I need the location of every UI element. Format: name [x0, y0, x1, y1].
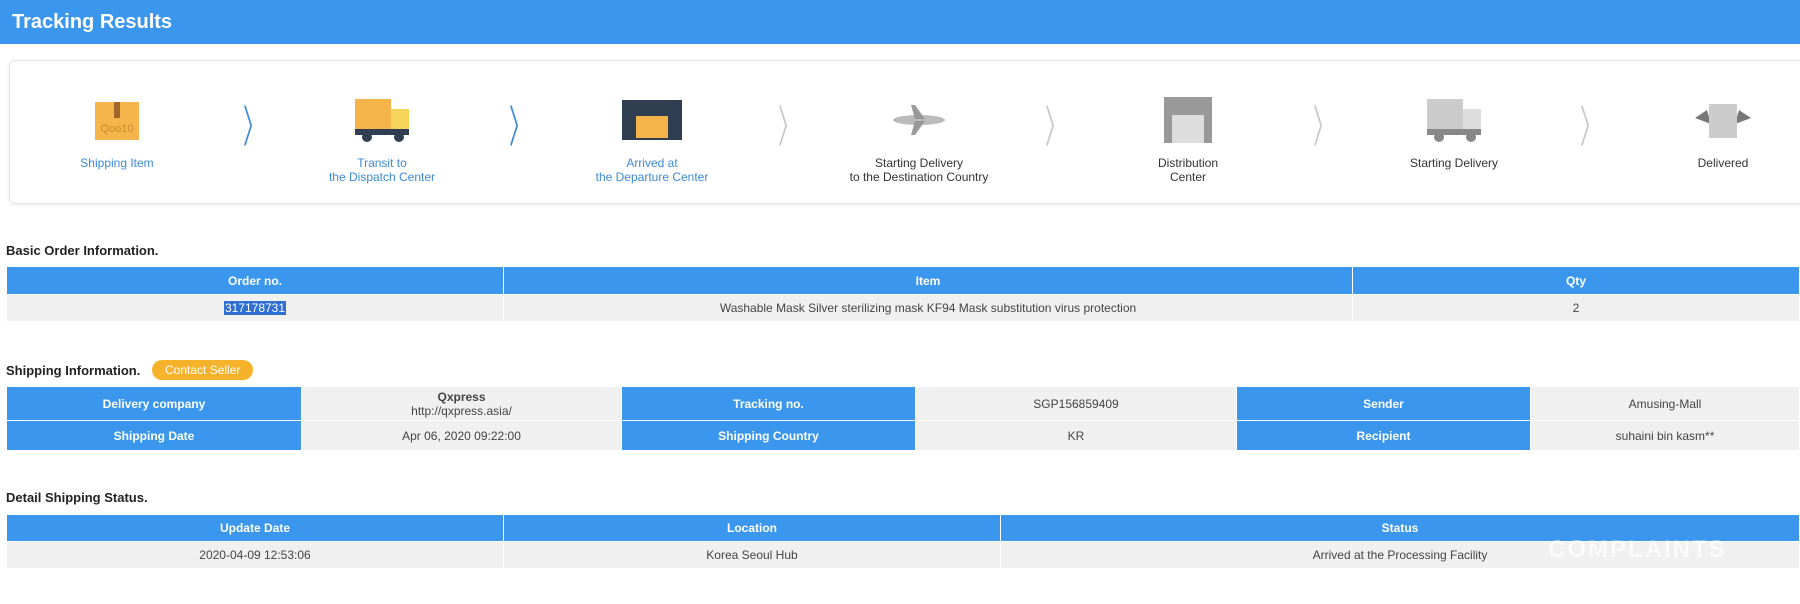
detail-status-title: Detail Shipping Status.	[6, 490, 148, 505]
delivered-box-icon	[1623, 96, 1800, 144]
table-row: 317178731 Washable Mask Silver sterilizin…	[6, 294, 1800, 322]
step-transit: Transit to the Dispatch Center	[282, 96, 482, 184]
shipping-info-title: Shipping Information.	[6, 363, 141, 378]
step-delivered: Delivered	[1623, 96, 1800, 170]
quantity: 2	[1352, 294, 1800, 322]
recipient: suhaini bin kasm**	[1530, 420, 1800, 451]
chevron-right-icon: 〉	[509, 102, 531, 153]
tracking-progress: Qoo10 Shipping Item 〉 Transit to the Disp…	[9, 60, 1800, 204]
chevron-right-icon: 〉	[778, 102, 800, 153]
airplane-icon	[819, 96, 1019, 144]
chevron-right-icon: 〉	[1045, 102, 1067, 153]
shipping-date: Apr 06, 2020 09:22:00	[301, 420, 622, 451]
step-starting-delivery: Starting Delivery	[1354, 96, 1554, 170]
truck-box-icon	[282, 96, 482, 144]
sender: Amusing-Mall	[1530, 386, 1800, 421]
chevron-right-icon: 〉	[243, 102, 265, 153]
step-arrived-departure: Arrived at the Departure Center	[552, 96, 752, 184]
order-number[interactable]: 317178731	[223, 301, 287, 315]
delivery-company-link[interactable]: http://qxpress.asia/	[411, 404, 512, 418]
page-header: Tracking Results	[0, 0, 1800, 44]
basic-order-title: Basic Order Information.	[6, 243, 159, 258]
watermark: COMPLAINTS	[1548, 536, 1727, 563]
step-distribution-center: Distribution Center	[1088, 96, 1288, 184]
box-icon: Qoo10	[17, 96, 217, 144]
basic-order-table: Order no. Item Qty 317178731 Washable Mask …	[6, 266, 1800, 322]
warehouse-icon	[552, 96, 752, 144]
distribution-center-icon	[1088, 96, 1288, 144]
chevron-right-icon: 〉	[1313, 102, 1335, 153]
table-row: 2020-04-09 12:53:06 Korea Seoul Hub Arrive…	[6, 541, 1800, 569]
shipping-info-table: Delivery company Qxpress http://qxpress.as…	[6, 386, 1800, 451]
detail-status-table: Update Date Location Status 2020-04-09 12:…	[6, 514, 1800, 569]
step-starting-delivery-destination: Starting Delivery to the Destination Coun…	[819, 96, 1019, 184]
tracking-number: SGP156859409	[915, 386, 1237, 421]
step-shipping-item: Qoo10 Shipping Item	[17, 96, 217, 170]
chevron-right-icon: 〉	[1580, 102, 1602, 153]
svg-text:Qoo10: Qoo10	[100, 123, 133, 135]
item-name: Washable Mask Silver sterilizing mask KF…	[503, 294, 1353, 322]
shipping-country: KR	[915, 420, 1237, 451]
delivery-truck-icon	[1354, 96, 1554, 144]
delivery-company: Qxpress http://qxpress.asia/	[301, 386, 622, 421]
contact-seller-button[interactable]: Contact Seller	[152, 360, 254, 380]
